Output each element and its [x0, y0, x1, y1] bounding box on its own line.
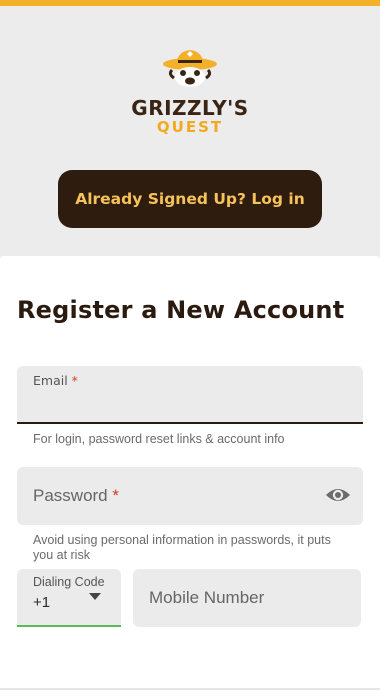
page-title: Register a New Account — [17, 296, 345, 324]
brand-name-line1: GRIZZLY'S — [131, 96, 249, 120]
dialing-code-select[interactable]: Dialing Code +1 — [17, 569, 121, 627]
eye-icon[interactable] — [325, 484, 351, 506]
mobile-number-field[interactable]: Mobile Number — [133, 569, 361, 627]
email-label: Email * — [33, 373, 78, 388]
required-mark: * — [71, 373, 78, 388]
login-button[interactable]: Already Signed Up? Log in — [58, 170, 322, 228]
password-field[interactable]: Password * — [17, 467, 363, 525]
mobile-number-input[interactable] — [149, 585, 345, 611]
dialing-code-label: Dialing Code — [33, 575, 105, 589]
email-helper-text: For login, password reset links & accoun… — [33, 432, 285, 446]
brand-logo: GRIZZLY'S QUEST — [128, 48, 252, 148]
header-section: GRIZZLY'S QUEST Already Signed Up? Log i… — [0, 6, 380, 256]
email-input[interactable] — [33, 394, 343, 416]
email-field[interactable]: Email * — [17, 366, 363, 424]
bear-ranger-hat-icon — [163, 50, 217, 87]
caret-down-icon — [89, 593, 101, 600]
bottom-divider — [0, 688, 380, 690]
password-input[interactable] — [33, 483, 323, 509]
brand-name-line2: QUEST — [156, 118, 224, 136]
dialing-code-value: +1 — [33, 594, 51, 611]
password-helper-text: Avoid using personal information in pass… — [33, 533, 331, 562]
